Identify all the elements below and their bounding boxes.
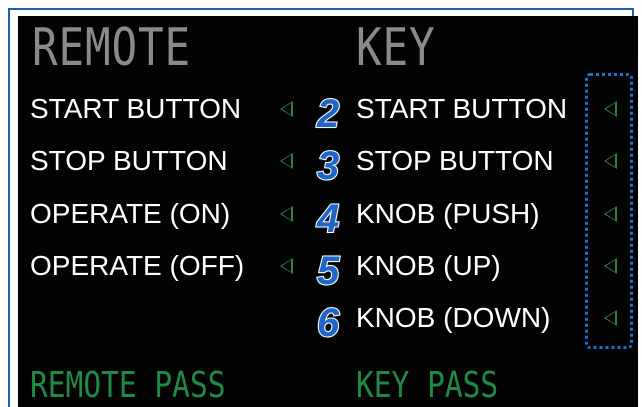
key-pass-status: KEY PASS bbox=[356, 365, 499, 406]
key-knob-up-label: KNOB (UP) bbox=[356, 250, 501, 281]
key-knob-push-label: KNOB (PUSH) bbox=[356, 198, 540, 229]
key-start-button-label: START BUTTON bbox=[356, 93, 568, 124]
triangle-left-outline-icon bbox=[280, 206, 293, 222]
key-knob-down-label: KNOB (DOWN) bbox=[356, 302, 551, 333]
remote-operate-off-label: OPERATE (OFF) bbox=[30, 250, 245, 281]
test-screen: REMOTE KEY START BUTTON STOP BUTTON OPER… bbox=[18, 16, 638, 407]
triangle-left-outline-icon bbox=[280, 101, 293, 117]
triangle-left-outline-icon bbox=[280, 258, 293, 274]
remote-title: REMOTE bbox=[32, 18, 191, 78]
triangle-left-outline-icon bbox=[280, 153, 293, 169]
indicator-highlight-box bbox=[585, 73, 633, 349]
callout-number: 2 bbox=[316, 91, 340, 137]
key-stop-button-label: STOP BUTTON bbox=[356, 145, 554, 176]
callout-number: 3 bbox=[316, 143, 340, 189]
remote-stop-button-label: STOP BUTTON bbox=[30, 145, 228, 176]
callout-number: 6 bbox=[316, 300, 340, 346]
key-title: KEY bbox=[356, 18, 436, 78]
remote-start-button-label: START BUTTON bbox=[30, 93, 242, 124]
callout-number: 4 bbox=[316, 196, 340, 242]
remote-pass-status: REMOTE PASS bbox=[30, 365, 226, 406]
remote-operate-on-label: OPERATE (ON) bbox=[30, 198, 231, 229]
callout-number: 5 bbox=[316, 248, 340, 294]
